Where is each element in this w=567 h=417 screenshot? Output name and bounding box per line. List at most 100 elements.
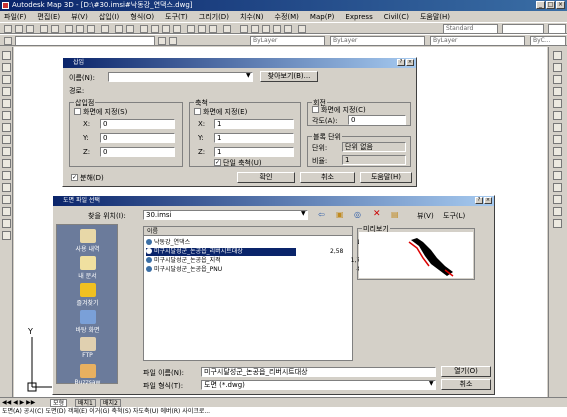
menu-express[interactable]: Express bbox=[345, 13, 372, 21]
tab-layout2[interactable]: 배치2 bbox=[100, 399, 121, 407]
command-line[interactable]: 도면(A) 공시(C) 도면(D) 객체(E) 이거(G) 축척(S) 자도축(… bbox=[0, 407, 567, 417]
place-desktop[interactable]: 바탕 화면 bbox=[60, 308, 115, 338]
menu-format[interactable]: 형식(O) bbox=[130, 12, 154, 22]
print-icon[interactable] bbox=[40, 25, 48, 33]
redo-icon[interactable] bbox=[126, 25, 134, 33]
place-ftp[interactable]: FTP bbox=[60, 335, 115, 365]
scale-x-field[interactable]: 1 bbox=[214, 119, 294, 129]
menu-civil[interactable]: Civil(C) bbox=[384, 13, 409, 21]
design-center-icon[interactable] bbox=[198, 25, 206, 33]
explode-tool-icon[interactable] bbox=[553, 219, 562, 228]
xline-tool-icon[interactable] bbox=[2, 63, 11, 72]
text-style-combo[interactable]: Standard bbox=[443, 24, 498, 34]
menu-draw[interactable]: 그리기(D) bbox=[199, 12, 229, 22]
spline-tool-icon[interactable] bbox=[2, 147, 11, 156]
chevron-down-icon[interactable]: ▼ bbox=[301, 210, 306, 217]
cut-icon[interactable] bbox=[65, 25, 73, 33]
pan-icon[interactable] bbox=[140, 25, 148, 33]
circle-tool-icon[interactable] bbox=[2, 123, 11, 132]
trim-tool-icon[interactable] bbox=[553, 159, 562, 168]
mirror-tool-icon[interactable] bbox=[553, 75, 562, 84]
cancel-button[interactable]: 취소 bbox=[300, 172, 355, 183]
chevron-down-icon[interactable]: ▼ bbox=[429, 380, 434, 387]
views-menu[interactable]: 뷰(V) bbox=[417, 211, 434, 221]
tab-scroll-arrows-icon[interactable]: ◀◀ ◀ ▶ ▶▶ bbox=[2, 399, 35, 406]
erase-tool-icon[interactable] bbox=[553, 51, 562, 60]
back-arrow-icon[interactable]: ⇦ bbox=[318, 210, 325, 219]
place-favorites[interactable]: 즐겨찾기 bbox=[60, 281, 115, 311]
uniform-scale-checkbox[interactable]: ✓ bbox=[214, 159, 221, 166]
menu-dimension[interactable]: 치수(N) bbox=[240, 12, 264, 22]
new-folder-icon[interactable]: ▤ bbox=[391, 210, 399, 219]
place-history[interactable]: 사용 내역 bbox=[60, 227, 115, 257]
menu-help[interactable]: 도움말(H) bbox=[420, 12, 450, 22]
y-field[interactable]: 0 bbox=[100, 133, 175, 143]
lookin-combo[interactable]: 30.imsi bbox=[143, 210, 308, 220]
menu-modify[interactable]: 수정(M) bbox=[275, 12, 299, 22]
arc-tool-icon[interactable] bbox=[2, 111, 11, 120]
chevron-down-icon[interactable]: ▼ bbox=[246, 72, 251, 79]
polygon-tool-icon[interactable] bbox=[2, 87, 11, 96]
line-tool-icon[interactable] bbox=[2, 51, 11, 60]
polyline-tool-icon[interactable] bbox=[2, 75, 11, 84]
ellipse-tool-icon[interactable] bbox=[2, 159, 11, 168]
break-tool-icon[interactable] bbox=[553, 183, 562, 192]
place-buzzsaw[interactable]: Buzzsaw bbox=[60, 362, 115, 392]
arc-icon[interactable] bbox=[262, 25, 270, 33]
zoom-icon[interactable] bbox=[151, 25, 159, 33]
tab-model[interactable]: 모형 bbox=[50, 399, 68, 407]
help-title-icon[interactable]: ? bbox=[397, 59, 405, 66]
x-field[interactable]: 0 bbox=[100, 119, 175, 129]
hatch-tool-icon[interactable] bbox=[2, 195, 11, 204]
list-item[interactable]: 미구시달성군_논공읍_지적 1,70 bbox=[146, 257, 366, 265]
minimize-icon[interactable]: _ bbox=[536, 1, 545, 9]
menu-edit[interactable]: 편집(E) bbox=[37, 12, 60, 22]
revcloud-tool-icon[interactable] bbox=[2, 135, 11, 144]
plot-style-combo[interactable] bbox=[548, 24, 566, 34]
z-field[interactable]: 0 bbox=[100, 147, 175, 157]
filename-field[interactable]: 미구시달성군_논공읍_리버시트대상 bbox=[201, 367, 436, 377]
file-list[interactable]: 이름 낙동강_연댁스 17 미구시달성군_논공읍_리버시트대상 2,58 미구시… bbox=[143, 226, 364, 361]
mtext-tool-icon[interactable] bbox=[2, 231, 11, 240]
offset-tool-icon[interactable] bbox=[553, 87, 562, 96]
stretch-tool-icon[interactable] bbox=[553, 147, 562, 156]
layer-manager-icon[interactable] bbox=[4, 37, 12, 45]
properties-icon[interactable] bbox=[187, 25, 195, 33]
list-item[interactable]: 낙동강_연댁스 17 bbox=[146, 239, 366, 247]
save-icon[interactable] bbox=[26, 25, 34, 33]
text-icon[interactable] bbox=[298, 25, 306, 33]
copy-icon[interactable] bbox=[76, 25, 84, 33]
cancel-button[interactable]: 취소 bbox=[441, 379, 491, 390]
help-title-icon[interactable]: ? bbox=[475, 197, 483, 204]
column-header-name[interactable]: 이름 bbox=[144, 227, 352, 236]
match-properties-icon[interactable] bbox=[101, 25, 109, 33]
menu-view[interactable]: 뷰(V) bbox=[71, 12, 88, 22]
zoom-window-icon[interactable] bbox=[162, 25, 170, 33]
scale-z-field[interactable]: 1 bbox=[214, 147, 294, 157]
new-icon[interactable] bbox=[4, 25, 12, 33]
list-item[interactable]: 미구시달성군_논공읍_PNU 46 bbox=[146, 266, 366, 274]
fillet-tool-icon[interactable] bbox=[553, 207, 562, 216]
dim-style-combo[interactable] bbox=[502, 24, 544, 34]
move-tool-icon[interactable] bbox=[553, 111, 562, 120]
zoom-previous-icon[interactable] bbox=[173, 25, 181, 33]
list-item-selected[interactable]: 미구시달성군_논공읍_리버시트대상 bbox=[146, 248, 296, 256]
tools-menu[interactable]: 도구(L) bbox=[443, 211, 465, 221]
insertion-onscreen-checkbox[interactable] bbox=[74, 108, 81, 115]
close-icon[interactable]: × bbox=[556, 1, 565, 9]
open-icon[interactable] bbox=[15, 25, 23, 33]
hatch-icon[interactable] bbox=[284, 25, 292, 33]
table-tool-icon[interactable] bbox=[2, 219, 11, 228]
tab-layout1[interactable]: 배치1 bbox=[75, 399, 96, 407]
explode-checkbox[interactable]: ✓ bbox=[71, 174, 78, 181]
layer-previous-icon[interactable] bbox=[169, 37, 177, 45]
tool-palette-icon[interactable] bbox=[209, 25, 217, 33]
color-combo[interactable]: ByLayer bbox=[250, 36, 325, 46]
scale-y-field[interactable]: 1 bbox=[214, 133, 294, 143]
ok-button[interactable]: 확인 bbox=[237, 172, 295, 183]
name-combo[interactable] bbox=[108, 72, 253, 82]
copy-tool-icon[interactable] bbox=[553, 63, 562, 72]
help-icon[interactable] bbox=[223, 25, 231, 33]
place-my-documents[interactable]: 내 문서 bbox=[60, 254, 115, 284]
menu-file[interactable]: 파일(F) bbox=[4, 12, 26, 22]
